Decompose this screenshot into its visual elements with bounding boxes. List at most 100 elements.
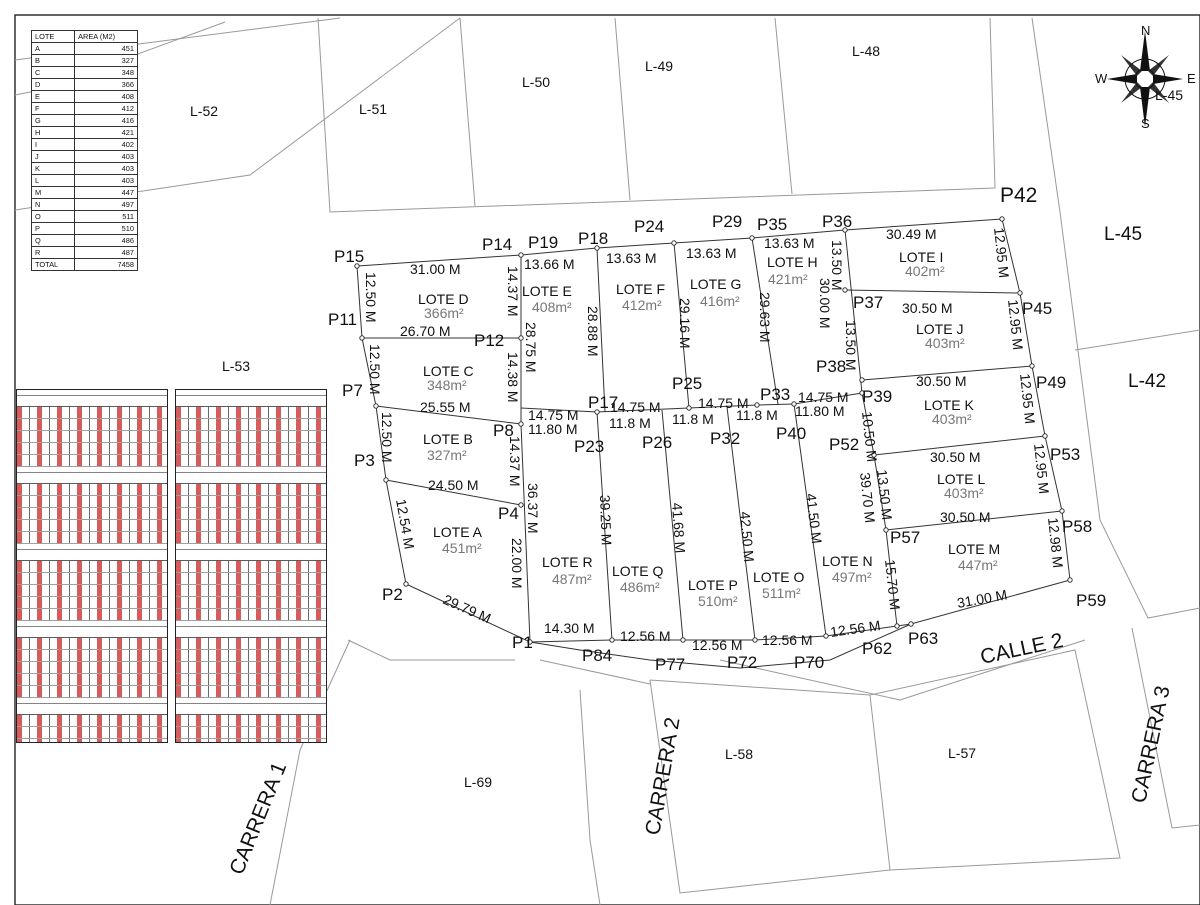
point-p7: P7 [342,381,363,400]
area-table-row: H 421 [30,126,138,139]
point-p23: P23 [574,437,604,456]
neighbor-l52: L-52 [190,103,218,119]
coordinate-table-row [176,573,326,585]
lot-o-name: LOTE O [753,569,804,585]
dim-p26-p77: 41.68 M [669,502,688,554]
vertex-marker [883,527,889,533]
dim-p17-p25: 14.75 M [610,399,661,415]
area-table-lote: K [30,162,76,175]
compass-south: S [1141,116,1150,131]
vertex-marker [1067,577,1073,583]
dim-p2-p1: 29.79 M [441,591,494,626]
area-table-lote: R [30,246,76,259]
point-p52: P52 [829,435,859,454]
coordinate-table-row [17,549,167,561]
dim-p18-p24: 13.63 M [606,250,657,266]
area-table-area: 348 [74,66,138,79]
vertex-marker [359,335,365,341]
dim-p57-p62: 15.70 M [882,559,903,611]
point-p70: P70 [794,653,824,672]
point-p39: P39 [862,387,892,406]
lot-h-area: 421m² [768,271,808,287]
area-table-total-label: TOTAL [30,258,76,271]
coordinate-table-row [176,727,326,739]
lot-f-name: LOTE F [616,281,665,297]
neighbor-l49: L-49 [645,58,673,74]
coordinate-table-row [17,419,167,431]
area-table-row: K 403 [30,162,138,175]
coordinate-table-row [176,609,326,621]
dim-p52-p53: 30.50 M [930,449,981,465]
dim-p24-p25: 29.16 M [677,298,693,349]
dim-p8-p1: 36.37 M [525,483,541,534]
compass-east: E [1187,71,1196,86]
coordinate-table-row [17,472,167,484]
area-table-row: R 487 [30,246,138,259]
lot-a-area: 451m² [442,540,482,556]
dim-p3-p2: 12.54 M [393,498,418,551]
dim-p40-p70: 41.50 M [803,492,825,544]
compass-north: N [1141,23,1150,38]
point-p19: P19 [528,233,558,252]
vertex-marker [518,252,524,258]
lot-f-area: 412m² [622,297,662,313]
point-p3: P3 [354,451,375,470]
vertex-marker [999,216,1005,222]
coordinate-table-row [176,443,326,455]
dim-p15-p14: 31.00 M [410,261,461,277]
point-p24: P24 [634,217,664,236]
coordinate-table-row [17,561,167,573]
dim-p63-p59: 31.00 M [956,586,1009,611]
coordinate-table-row [176,419,326,431]
area-table-area: 402 [74,138,138,151]
point-p14: P14 [482,235,512,254]
area-table-row: O 511 [30,210,138,223]
coordinate-table-row [176,703,326,715]
lot-h-name: LOTE H [767,254,818,270]
coordinate-table-row [17,443,167,455]
neighbor-l69: L-69 [464,774,492,790]
point-p38: P38 [816,357,846,376]
lot-g-name: LOTE G [690,276,741,292]
point-p42: P42 [1000,184,1037,207]
area-table-area: 486 [74,234,138,247]
area-table-row: E 408 [30,90,138,103]
dim-p36-p37-b: 13.50 M [829,240,845,291]
street-carrera-1: CARRERA 1 [225,759,291,878]
area-table-lote: E [30,90,76,103]
area-table-header-lote: LOTE [30,30,76,43]
area-table-lote: H [30,126,76,139]
vertex-marker [908,621,914,627]
lot-e-area: 408m² [532,299,572,315]
area-table-row: B 327 [30,54,138,67]
area-table-lote: O [30,210,76,223]
coordinate-table-row [176,650,326,662]
point-p35: P35 [757,215,787,234]
coordinate-table-row [176,532,326,544]
point-p72: P72 [727,653,757,672]
area-table: LOTE AREA (M2) A 451 B 327 C 348 D 366 E 408 F 412 G… [30,30,138,271]
coordinate-table-row [17,496,167,508]
vertex-marker [894,623,900,629]
dim-p35-p36: 13.63 M [764,235,815,251]
point-p84: P84 [582,646,612,665]
area-table-lote: B [30,54,76,67]
vertex-marker [1059,508,1065,514]
area-table-area: 487 [74,246,138,259]
vertex-marker [1029,363,1035,369]
coordinate-table-row [17,573,167,585]
area-table-area: 416 [74,114,138,127]
area-table-row: F 412 [30,102,138,115]
compass-rose: N S E W [1095,23,1196,131]
dim-p11-p12: 26.70 M [400,323,451,339]
point-p33: P33 [760,385,790,404]
dim-p3-p4: 24.50 M [428,477,479,493]
coordinate-table-row [176,585,326,597]
area-table-lote: P [30,222,76,235]
coordinate-tables-left [16,389,168,743]
coordinate-table-row [176,626,326,638]
vertex-marker [671,240,677,246]
dim-p19-p18: 13.66 M [524,256,575,272]
area-table-row: D 366 [30,78,138,91]
coordinate-table-row [17,585,167,597]
